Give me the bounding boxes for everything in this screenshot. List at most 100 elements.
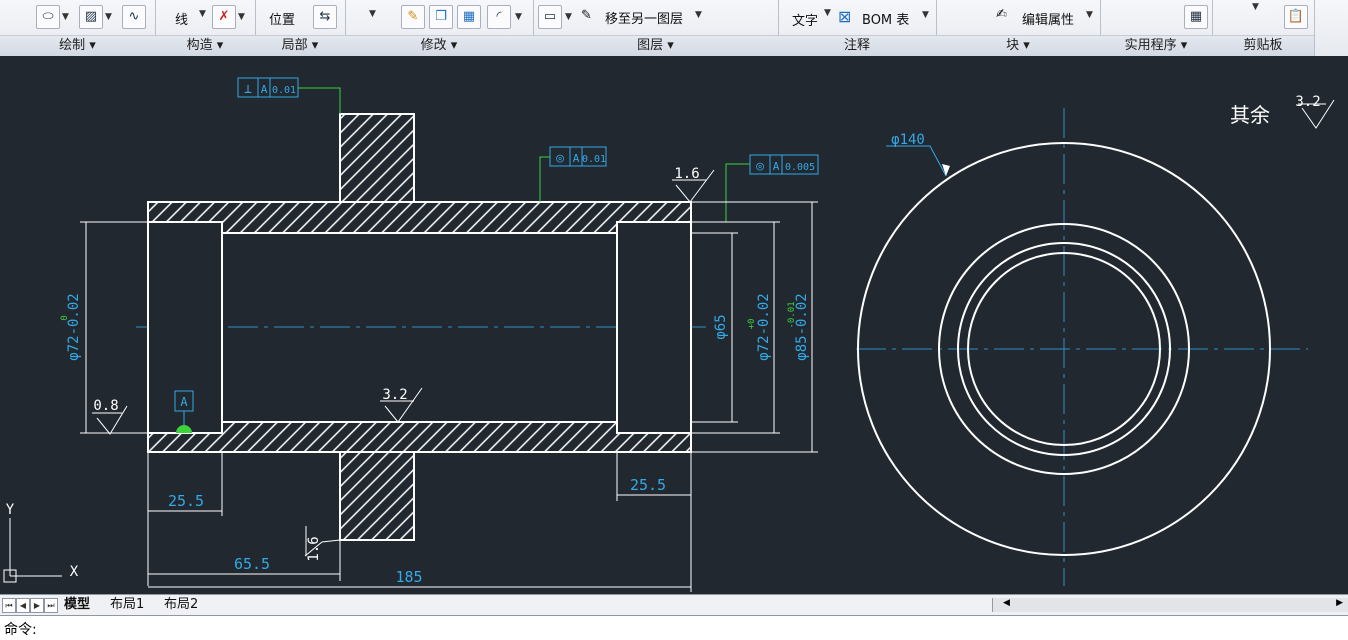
scroll-right-icon[interactable]: ▶ — [1336, 598, 1343, 608]
flange-bottom-section — [339, 451, 415, 541]
ucs-x-label: X — [70, 564, 79, 580]
rest-roughness-label: 其余 — [1230, 103, 1270, 127]
tab-layout1[interactable]: 布局1 — [108, 597, 146, 613]
ellipse-icon[interactable]: ⬭ — [36, 5, 60, 29]
chevron-down-icon[interactable]: ▼ — [369, 9, 376, 19]
command-prompt: 命令: — [4, 622, 37, 638]
dim-length-25-5-right[interactable]: 25.5 — [630, 476, 666, 494]
copy-icon[interactable]: ❐ — [429, 5, 453, 29]
gdt-datum: A — [261, 83, 268, 96]
gdt-tolerance: 0.01 — [272, 85, 296, 96]
trim-icon[interactable]: ✗ — [212, 5, 236, 29]
layout-tab-bar: ⏮ ◀ ▶ ⏭ 模型 布局1 布局2 ◀ ▶ — [0, 594, 1348, 615]
panel-title-clipboard[interactable]: 剪贴板 — [1212, 35, 1314, 56]
chevron-down-icon[interactable]: ▼ — [1086, 10, 1093, 20]
roughness-0-8: 0.8 — [93, 398, 118, 414]
fillet-icon[interactable]: ◜ — [487, 5, 511, 29]
chevron-down-icon[interactable]: ▼ — [238, 12, 245, 22]
rest-roughness-value: 3.2 — [1295, 94, 1320, 110]
panel-title-construct[interactable]: 构造 ▾ — [155, 35, 255, 56]
panel-title-layer[interactable]: 图层 ▾ — [533, 35, 778, 56]
roughness-3-2: 3.2 — [382, 387, 407, 403]
dim-length-25-5-left[interactable]: 25.5 — [168, 492, 204, 510]
dim-tolerance-upper: 0 — [60, 315, 70, 320]
dim-diameter-72-right[interactable]: φ72-0.02 — [756, 293, 772, 360]
edit-attribute-button[interactable]: 编辑属性 — [1022, 9, 1074, 28]
text-button[interactable]: 文字 — [792, 10, 818, 29]
dim-length-65-5[interactable]: 65.5 — [234, 555, 270, 573]
last-tab-icon[interactable]: ⏭ — [44, 598, 58, 613]
right-counterbore — [616, 221, 692, 434]
edit-attribute-icon[interactable]: ✍ — [996, 7, 1007, 22]
dim-diameter-140[interactable]: φ140 — [891, 132, 925, 148]
chevron-down-icon[interactable]: ▼ — [105, 12, 112, 22]
dim-tolerance-upper: -0.01 — [787, 301, 797, 328]
chevron-down-icon[interactable]: ▼ — [695, 10, 702, 20]
dim-diameter-65[interactable]: φ65 — [713, 314, 729, 339]
panel-title-block[interactable]: 块 ▾ — [936, 35, 1100, 56]
panel-title-utilities[interactable]: 实用程序 ▾ — [1100, 35, 1212, 56]
panel-construct: 线 ▼ ✗ ▼ 构造 ▾ — [155, 0, 256, 56]
wall-top-section — [147, 201, 692, 234]
panel-title-annotate[interactable]: 注释 — [778, 35, 936, 56]
drawing-canvas[interactable]: A ⊥ A 0.01 ◎ A 0.01 ◎ A 0.005 φ72-0.02 0… — [0, 56, 1348, 594]
chevron-down-icon[interactable]: ▼ — [824, 8, 831, 18]
match-properties-icon[interactable]: ✎ — [401, 5, 425, 29]
spline-icon[interactable]: ∿ — [122, 5, 146, 29]
array-icon[interactable]: ▦ — [457, 5, 481, 29]
chevron-down-icon[interactable]: ▼ — [199, 9, 206, 19]
paste-icon[interactable]: 📋 — [1284, 5, 1308, 29]
roughness-1-6-bottom: 1.6 — [306, 536, 322, 561]
roughness-1-6-top: 1.6 — [674, 166, 699, 182]
tab-model[interactable]: 模型 — [62, 597, 92, 613]
scroll-left-icon[interactable]: ◀ — [1003, 598, 1010, 608]
prev-tab-icon[interactable]: ◀ — [16, 598, 30, 613]
command-line[interactable]: 命令: — [0, 615, 1348, 640]
concentricity-icon: ◎ — [756, 159, 764, 174]
calculator-icon[interactable]: ▦ — [1184, 5, 1208, 29]
panel-draw: ⬭ ▼ ▨ ▼ ∿ 绘制 ▾ — [0, 0, 156, 56]
move-to-layer-icon[interactable]: ✎ — [581, 8, 592, 23]
panel-title-local[interactable]: 局部 ▾ — [255, 35, 345, 56]
layer-state-icon[interactable]: ▭ — [538, 5, 562, 29]
dim-diameter-72-left[interactable]: φ72-0.02 — [66, 293, 82, 360]
chevron-down-icon[interactable]: ▼ — [62, 12, 69, 22]
gdt-datum: A — [573, 152, 580, 165]
next-tab-icon[interactable]: ▶ — [30, 598, 44, 613]
move-to-layer-button[interactable]: 移至另一图层 — [605, 8, 683, 27]
ucs-y-label: Y — [6, 502, 15, 518]
gdt-tolerance: 0.01 — [582, 154, 606, 165]
perpendicular-icon: ⊥ — [244, 82, 252, 97]
hatch-icon[interactable]: ▨ — [79, 5, 103, 29]
panel-clipboard: ▼ 📋 剪贴板 — [1212, 0, 1315, 56]
panel-utilities: ▦ 实用程序 ▾ — [1100, 0, 1213, 56]
horizontal-scrollbar[interactable]: ◀ ▶ — [992, 598, 1348, 612]
ribbon: ⬭ ▼ ▨ ▼ ∿ 绘制 ▾ 线 ▼ ✗ ▼ 构造 ▾ 位置 ⇆ 局部 ▾ ▼ … — [0, 0, 1348, 57]
chevron-down-icon[interactable]: ▼ — [1252, 2, 1259, 12]
panel-block: ✍ 编辑属性 ▼ 块 ▾ — [936, 0, 1101, 56]
local-position-button[interactable]: 位置 — [269, 9, 295, 28]
bom-button[interactable]: BOM 表 — [862, 9, 909, 28]
chevron-down-icon[interactable]: ▼ — [922, 10, 929, 20]
datum-label: A — [180, 395, 188, 409]
flange-top-section — [339, 113, 415, 203]
panel-title-draw[interactable]: 绘制 ▾ — [0, 35, 155, 56]
construct-line-button[interactable]: 线 — [175, 9, 188, 28]
panel-title-modify[interactable]: 修改 ▾ — [345, 35, 533, 56]
panel-local: 位置 ⇆ 局部 ▾ — [255, 0, 346, 56]
chevron-down-icon[interactable]: ▼ — [565, 12, 572, 22]
first-tab-icon[interactable]: ⏮ — [2, 598, 16, 613]
dim-length-185[interactable]: 185 — [395, 568, 422, 586]
bom-icon[interactable]: ⊠ — [838, 7, 851, 26]
wall-bottom-section — [147, 421, 692, 453]
dim-tolerance-upper: +0 — [747, 319, 757, 330]
panel-layer: ▭ ▼ ✎ 移至另一图层 ▼ 图层 ▾ — [533, 0, 779, 56]
chevron-down-icon[interactable]: ▼ — [515, 12, 522, 22]
gdt-datum: A — [773, 160, 780, 173]
concentricity-icon: ◎ — [556, 151, 564, 166]
break-icon[interactable]: ⇆ — [313, 5, 337, 29]
tab-layout2[interactable]: 布局2 — [162, 597, 200, 613]
panel-modify: ▼ ✎ ❐ ▦ ◜ ▼ 修改 ▾ — [345, 0, 534, 56]
panel-annotate: 文字 ▼ ⊠ BOM 表 ▼ 注释 — [778, 0, 937, 56]
gdt-tolerance: 0.005 — [785, 162, 815, 173]
